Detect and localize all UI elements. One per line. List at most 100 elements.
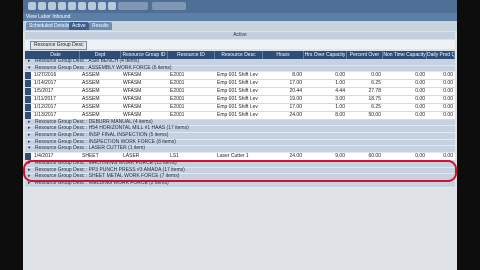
group-row[interactable]: ▾ Resource Group Desc : ASSEMBLY WORK FOR… (25, 64, 455, 73)
cell-resource-group-id: WFASM (123, 80, 142, 87)
filter-icon[interactable] (78, 2, 86, 10)
cell-hours: 19.00 (289, 96, 302, 103)
cell-hrs-over-capacity: 0.00 (335, 72, 345, 79)
cell-date: 1/4/2017 (34, 153, 54, 160)
group-label: Resource Group Desc : INSP FINAL INSPECT… (35, 132, 169, 139)
column-header-percent-over[interactable]: Percent Over (347, 51, 383, 59)
cell-resource-id: LS1 (170, 153, 179, 160)
cell-percent-over: 18.75 (368, 96, 381, 103)
cell-dept: ASSEM (82, 88, 100, 95)
cell-resource-group-id: WFASM (123, 96, 142, 103)
cell-resource-desc: Emp 001 Shift Lev (217, 80, 258, 87)
table-row[interactable]: 1/11/2017 ASSEM WFASM E2001 Emp 001 Shift Le… (25, 96, 455, 104)
cell-resource-id: E2001 (170, 111, 185, 118)
column-header-resource-desc[interactable]: Resource Desc (215, 51, 263, 59)
cell-percent-over: 0.00 (371, 72, 381, 79)
cell-non-time-capacity: 0.00 (415, 103, 425, 110)
cell-daily-prod-qty: 0.00 (443, 111, 453, 118)
print-icon[interactable] (58, 2, 66, 10)
cell-hrs-over-capacity: 1.00 (335, 80, 345, 87)
table-row[interactable]: 1/5/2017 ASSEM WFASM E2001 Emp 001 Shift Lev… (25, 88, 455, 97)
cell-non-time-capacity: 0.00 (415, 111, 425, 118)
window-titlebar: View Labor Inbound (23, 13, 457, 21)
table-row[interactable]: 1/12/2017 ASSEM WFASM E2001 Emp 001 Shift Le… (25, 103, 455, 112)
disabled-action-button (118, 2, 148, 10)
cell-date: 1/14/2017 (34, 80, 57, 87)
group-by-panel: Resource Group Desc (25, 40, 455, 50)
cell-non-time-capacity: 0.00 (415, 153, 425, 160)
row-indicator (25, 72, 31, 80)
cell-hrs-over-capacity: 9.00 (335, 153, 345, 160)
cell-hours: 20.44 (289, 88, 302, 95)
cell-hrs-over-capacity: 3.00 (335, 96, 345, 103)
help-icon[interactable] (108, 2, 116, 10)
expand-icon[interactable]: ▸ (28, 132, 31, 139)
column-header-resource-id[interactable]: Resource ID (168, 51, 215, 59)
cell-resource-desc: Emp 001 Shift Lev (217, 103, 258, 110)
cell-non-time-capacity: 0.00 (415, 80, 425, 87)
row-indicator (25, 111, 31, 119)
window-title: View Labor Inbound (26, 14, 71, 20)
cell-date: 1/5/2017 (34, 88, 54, 95)
cell-date: 1/12/2017 (34, 103, 57, 110)
collapse-icon[interactable]: ▾ (28, 146, 31, 152)
row-indicator (25, 153, 31, 161)
cell-daily-prod-qty: 0.00 (443, 103, 453, 110)
tab-results[interactable]: Results (89, 22, 112, 30)
cell-hours: 8.00 (292, 72, 302, 79)
cell-resource-group-id: WFASM (123, 88, 142, 95)
table-row[interactable]: 1/27/2016 ASSEM WFASM E2001 Emp 001 Shift Le… (25, 72, 455, 81)
collapse-icon[interactable]: ▾ (28, 65, 31, 72)
cell-dept: ASSEM (82, 111, 100, 118)
cell-resource-group-id: LASER (123, 153, 140, 160)
highlight-annotation (23, 160, 457, 182)
cell-dept: SHEET (82, 153, 99, 160)
tab-scheduled-details[interactable]: Scheduled Details (26, 22, 73, 30)
cell-non-time-capacity: 0.00 (415, 88, 425, 95)
home-icon[interactable] (28, 2, 36, 10)
cell-hrs-over-capacity: 4.44 (335, 88, 345, 95)
cell-daily-prod-qty: 0.00 (443, 88, 453, 95)
cell-percent-over: 60.00 (368, 153, 381, 160)
table-row[interactable]: 1/14/2017 ASSEM WFASM E2001 Emp 001 Shift Le… (25, 80, 455, 89)
cell-resource-id: E2001 (170, 96, 185, 103)
group-label: Resource Group Desc : ASSEMBLY WORK FORC… (35, 64, 172, 71)
cell-resource-id: E2001 (170, 88, 185, 95)
cell-daily-prod-qty: 0.00 (443, 96, 453, 103)
expand-icon[interactable]: ▸ (28, 58, 31, 65)
column-header-non-time-capacity[interactable]: Non Time Capacity (383, 51, 427, 59)
settings-icon[interactable] (98, 2, 106, 10)
group-row[interactable]: ▾ Resource Group Desc : LASER CUTTER (1 i… (25, 145, 455, 154)
column-header-hrs-over-capacity[interactable]: Hrs Over Capacity (304, 51, 347, 59)
group-by-chip[interactable]: Resource Group Desc (30, 41, 88, 50)
group-row[interactable]: ▸ Resource Group Desc : WELDING WORK FORC… (25, 180, 455, 188)
cell-dept: ASSEM (82, 72, 100, 79)
tab-strip: Scheduled Details Active Results (23, 21, 457, 31)
cell-resource-desc: Emp 001 Shift Lev (217, 111, 258, 118)
cell-resource-desc: Emp 001 Shift Lev (217, 88, 258, 95)
row-indicator (25, 96, 31, 103)
group-label: Resource Group Desc : ASM BENCH (4 Items… (35, 58, 140, 64)
row-indicator (25, 80, 31, 88)
save-icon[interactable] (38, 2, 46, 10)
cell-date: 1/11/2017 (34, 96, 56, 103)
cell-dept: ASSEM (82, 103, 100, 110)
column-header-hours[interactable]: Hours (263, 51, 304, 59)
right-letterbox (457, 0, 480, 270)
cell-resource-desc: Emp 001 Shift Lev (217, 72, 258, 79)
active-section-header: Active (25, 32, 455, 39)
cell-resource-id: E2001 (170, 80, 185, 87)
tab-active[interactable]: Active (69, 22, 89, 30)
refresh-icon[interactable] (68, 2, 76, 10)
cell-percent-over: 50.00 (368, 111, 381, 118)
cell-dept: ASSEM (82, 80, 100, 87)
cell-hrs-over-capacity: 8.00 (335, 111, 345, 118)
cell-non-time-capacity: 0.00 (415, 72, 425, 79)
group-label: Resource Group Desc : LASER CUTTER (1 it… (35, 145, 146, 152)
column-header-daily-prod-qty[interactable]: Daily Prod Qty (427, 51, 455, 59)
cell-hours: 24.00 (289, 153, 302, 160)
edit-icon[interactable] (48, 2, 56, 10)
cell-date: 1/27/2016 (34, 72, 57, 79)
export-icon[interactable] (88, 2, 96, 10)
disabled-action-button (152, 2, 186, 10)
